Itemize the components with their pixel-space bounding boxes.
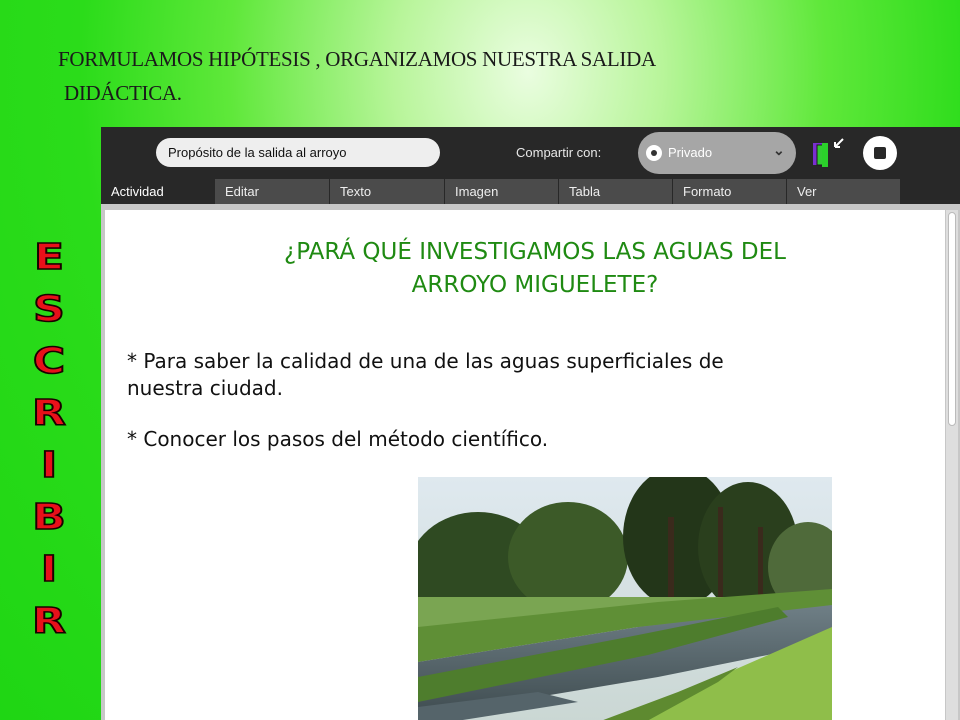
side-word-letter: R [31,392,67,434]
side-word-letter: S [32,288,66,330]
side-word-letter: I [40,444,58,486]
tab-formato[interactable]: Formato [673,179,787,204]
private-dot-icon [646,145,662,161]
document-page[interactable]: ¿PARÁ QUÉ INVESTIGAMOS LAS AGUAS DEL ARR… [105,210,945,720]
document-heading-line-2: ARROYO MIGUELETE? [411,272,659,298]
document-canvas: ¿PARÁ QUÉ INVESTIGAMOS LAS AGUAS DEL ARR… [101,204,960,720]
share-select-value: Privado [668,145,713,160]
side-word-letter: E [33,236,65,278]
vertical-scrollbar[interactable] [946,210,958,720]
document-heading: ¿PARÁ QUÉ INVESTIGAMOS LAS AGUAS DEL ARR… [155,236,915,302]
activity-toolbar: Propósito de la salida al arroyo Compart… [101,127,960,179]
tab-editar[interactable]: Editar [215,179,330,204]
side-word-escribir: E S C R I B I R [14,232,84,648]
tab-tabla[interactable]: Tabla [559,179,673,204]
tab-ver[interactable]: Ver [787,179,901,204]
bullet-2: * Conocer los pasos del método científic… [127,427,549,451]
side-word-letter: I [40,548,58,590]
activity-title-input[interactable]: Propósito de la salida al arroyo [156,138,440,167]
share-select[interactable]: Privado ⌄ [638,132,796,174]
toolbar-tabs: Actividad Editar Texto Imagen Tabla Form… [101,179,960,204]
tab-texto[interactable]: Texto [330,179,445,204]
scrollbar-thumb[interactable] [948,212,956,426]
arroyo-photo [418,477,832,720]
share-label: Compartir con: [516,145,602,160]
side-word-letter: B [31,496,67,538]
write-activity-screenshot: Propósito de la salida al arroyo Compart… [101,127,960,720]
bullet-1-line-1: * Para saber la calidad de una de las ag… [127,349,724,373]
journal-icon[interactable] [809,135,851,171]
slide-title: FORMULAMOS HIPÓTESIS , ORGANIZAMOS NUEST… [58,42,878,110]
slide-title-line-2: DIDÁCTICA. [64,81,182,105]
tab-actividad[interactable]: Actividad [101,179,215,204]
chevron-down-icon: ⌄ [773,142,785,158]
tab-imagen[interactable]: Imagen [445,179,559,204]
bullet-1-line-2: nuestra ciudad. [127,376,283,400]
side-word-letter: R [31,600,67,642]
slide-title-line-1: FORMULAMOS HIPÓTESIS , ORGANIZAMOS NUEST… [58,47,656,71]
side-word-letter: C [32,340,66,382]
stop-button[interactable] [863,136,897,170]
document-heading-line-1: ¿PARÁ QUÉ INVESTIGAMOS LAS AGUAS DEL [284,239,786,265]
